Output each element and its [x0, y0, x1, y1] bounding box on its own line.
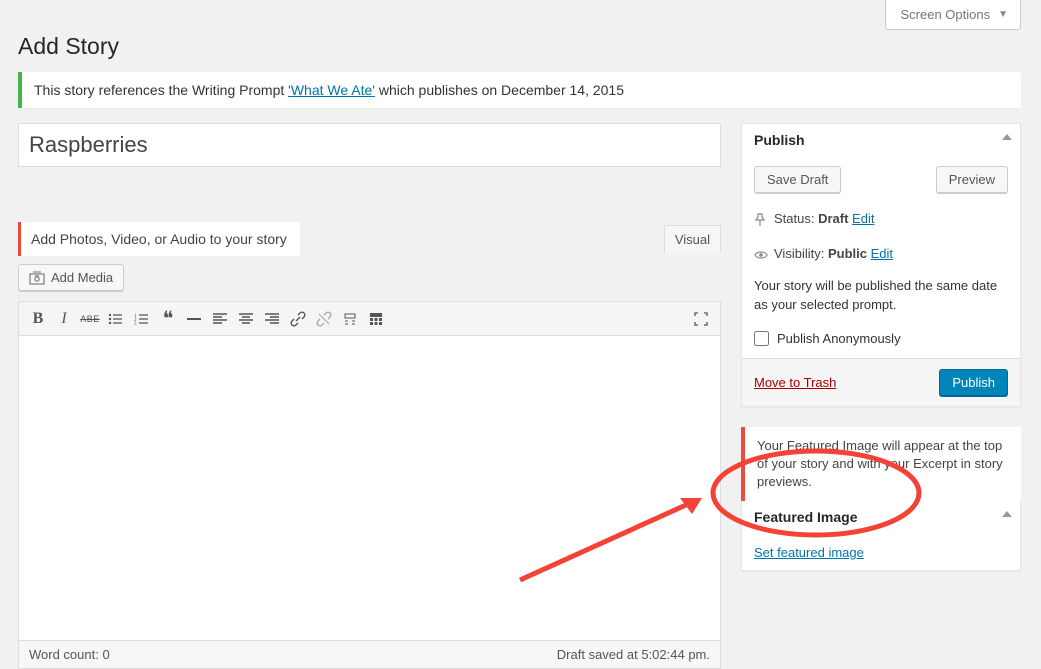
status-edit-link[interactable]: Edit [852, 211, 874, 226]
notice-prompt-link[interactable]: 'What We Ate' [288, 82, 375, 98]
publish-anonymous-label: Publish Anonymously [777, 331, 901, 346]
align-right-button[interactable] [259, 306, 285, 332]
notice-prefix: This story references the Writing Prompt [34, 82, 288, 98]
italic-button[interactable]: I [51, 306, 77, 332]
notice-suffix: which publishes on December 14, 2015 [375, 82, 624, 98]
featured-image-box: Featured Image Set featured image [741, 501, 1021, 571]
preview-button[interactable]: Preview [936, 166, 1008, 193]
align-center-button[interactable] [233, 306, 259, 332]
add-media-label: Add Media [51, 270, 113, 285]
media-icon [29, 271, 45, 285]
move-to-trash-link[interactable]: Move to Trash [754, 375, 836, 390]
fullscreen-button[interactable] [688, 306, 714, 332]
add-media-button[interactable]: Add Media [18, 264, 124, 291]
bold-button[interactable]: B [25, 306, 51, 332]
blockquote-button[interactable]: ❝ [155, 306, 181, 332]
save-draft-button[interactable]: Save Draft [754, 166, 841, 193]
collapse-icon[interactable] [1002, 511, 1012, 517]
align-left-button[interactable] [207, 306, 233, 332]
link-button[interactable] [285, 306, 311, 332]
unlink-button[interactable] [311, 306, 337, 332]
featured-image-title: Featured Image [754, 509, 857, 525]
strike-button[interactable]: ABE [77, 306, 103, 332]
numbered-list-button[interactable]: 123 [129, 306, 155, 332]
eye-icon [754, 248, 774, 263]
prompt-notice: This story references the Writing Prompt… [18, 72, 1021, 108]
media-hint: Add Photos, Video, or Audio to your stor… [18, 222, 300, 256]
hr-button[interactable] [181, 306, 207, 332]
visibility-value: Public [828, 246, 867, 261]
tab-visual[interactable]: Visual [664, 225, 721, 253]
more-button[interactable] [337, 306, 363, 332]
pin-icon [754, 213, 774, 230]
publish-box-title: Publish [754, 132, 805, 148]
editor-status-bar: Word count: 0 Draft saved at 5:02:44 pm. [18, 641, 721, 669]
featured-image-hint: Your Featured Image will appear at the t… [741, 427, 1021, 502]
status-value: Draft [818, 211, 848, 226]
page-title: Add Story [18, 33, 1021, 60]
screen-options-label: Screen Options [900, 7, 990, 22]
bullet-list-button[interactable] [103, 306, 129, 332]
editor-toolbar: B I ABE 123 ❝ [18, 301, 721, 336]
publish-anonymous-checkbox[interactable] [754, 331, 769, 346]
publish-box: Publish Save Draft Preview Status: Draft… [741, 123, 1021, 407]
content-editor[interactable] [18, 336, 721, 641]
draft-saved-time: Draft saved at 5:02:44 pm. [557, 647, 710, 662]
svg-text:3: 3 [134, 322, 137, 326]
set-featured-image-link[interactable]: Set featured image [754, 543, 864, 560]
collapse-icon[interactable] [1002, 134, 1012, 140]
screen-options-button[interactable]: Screen Options ▼ [885, 0, 1021, 30]
toolbar-toggle-button[interactable] [363, 306, 389, 332]
visibility-edit-link[interactable]: Edit [871, 246, 893, 261]
word-count: Word count: 0 [29, 647, 110, 662]
title-input[interactable] [18, 123, 721, 167]
publish-button[interactable]: Publish [939, 369, 1008, 396]
publish-date-text: Your story will be published the same da… [742, 271, 1020, 325]
chevron-down-icon: ▼ [998, 9, 1008, 20]
